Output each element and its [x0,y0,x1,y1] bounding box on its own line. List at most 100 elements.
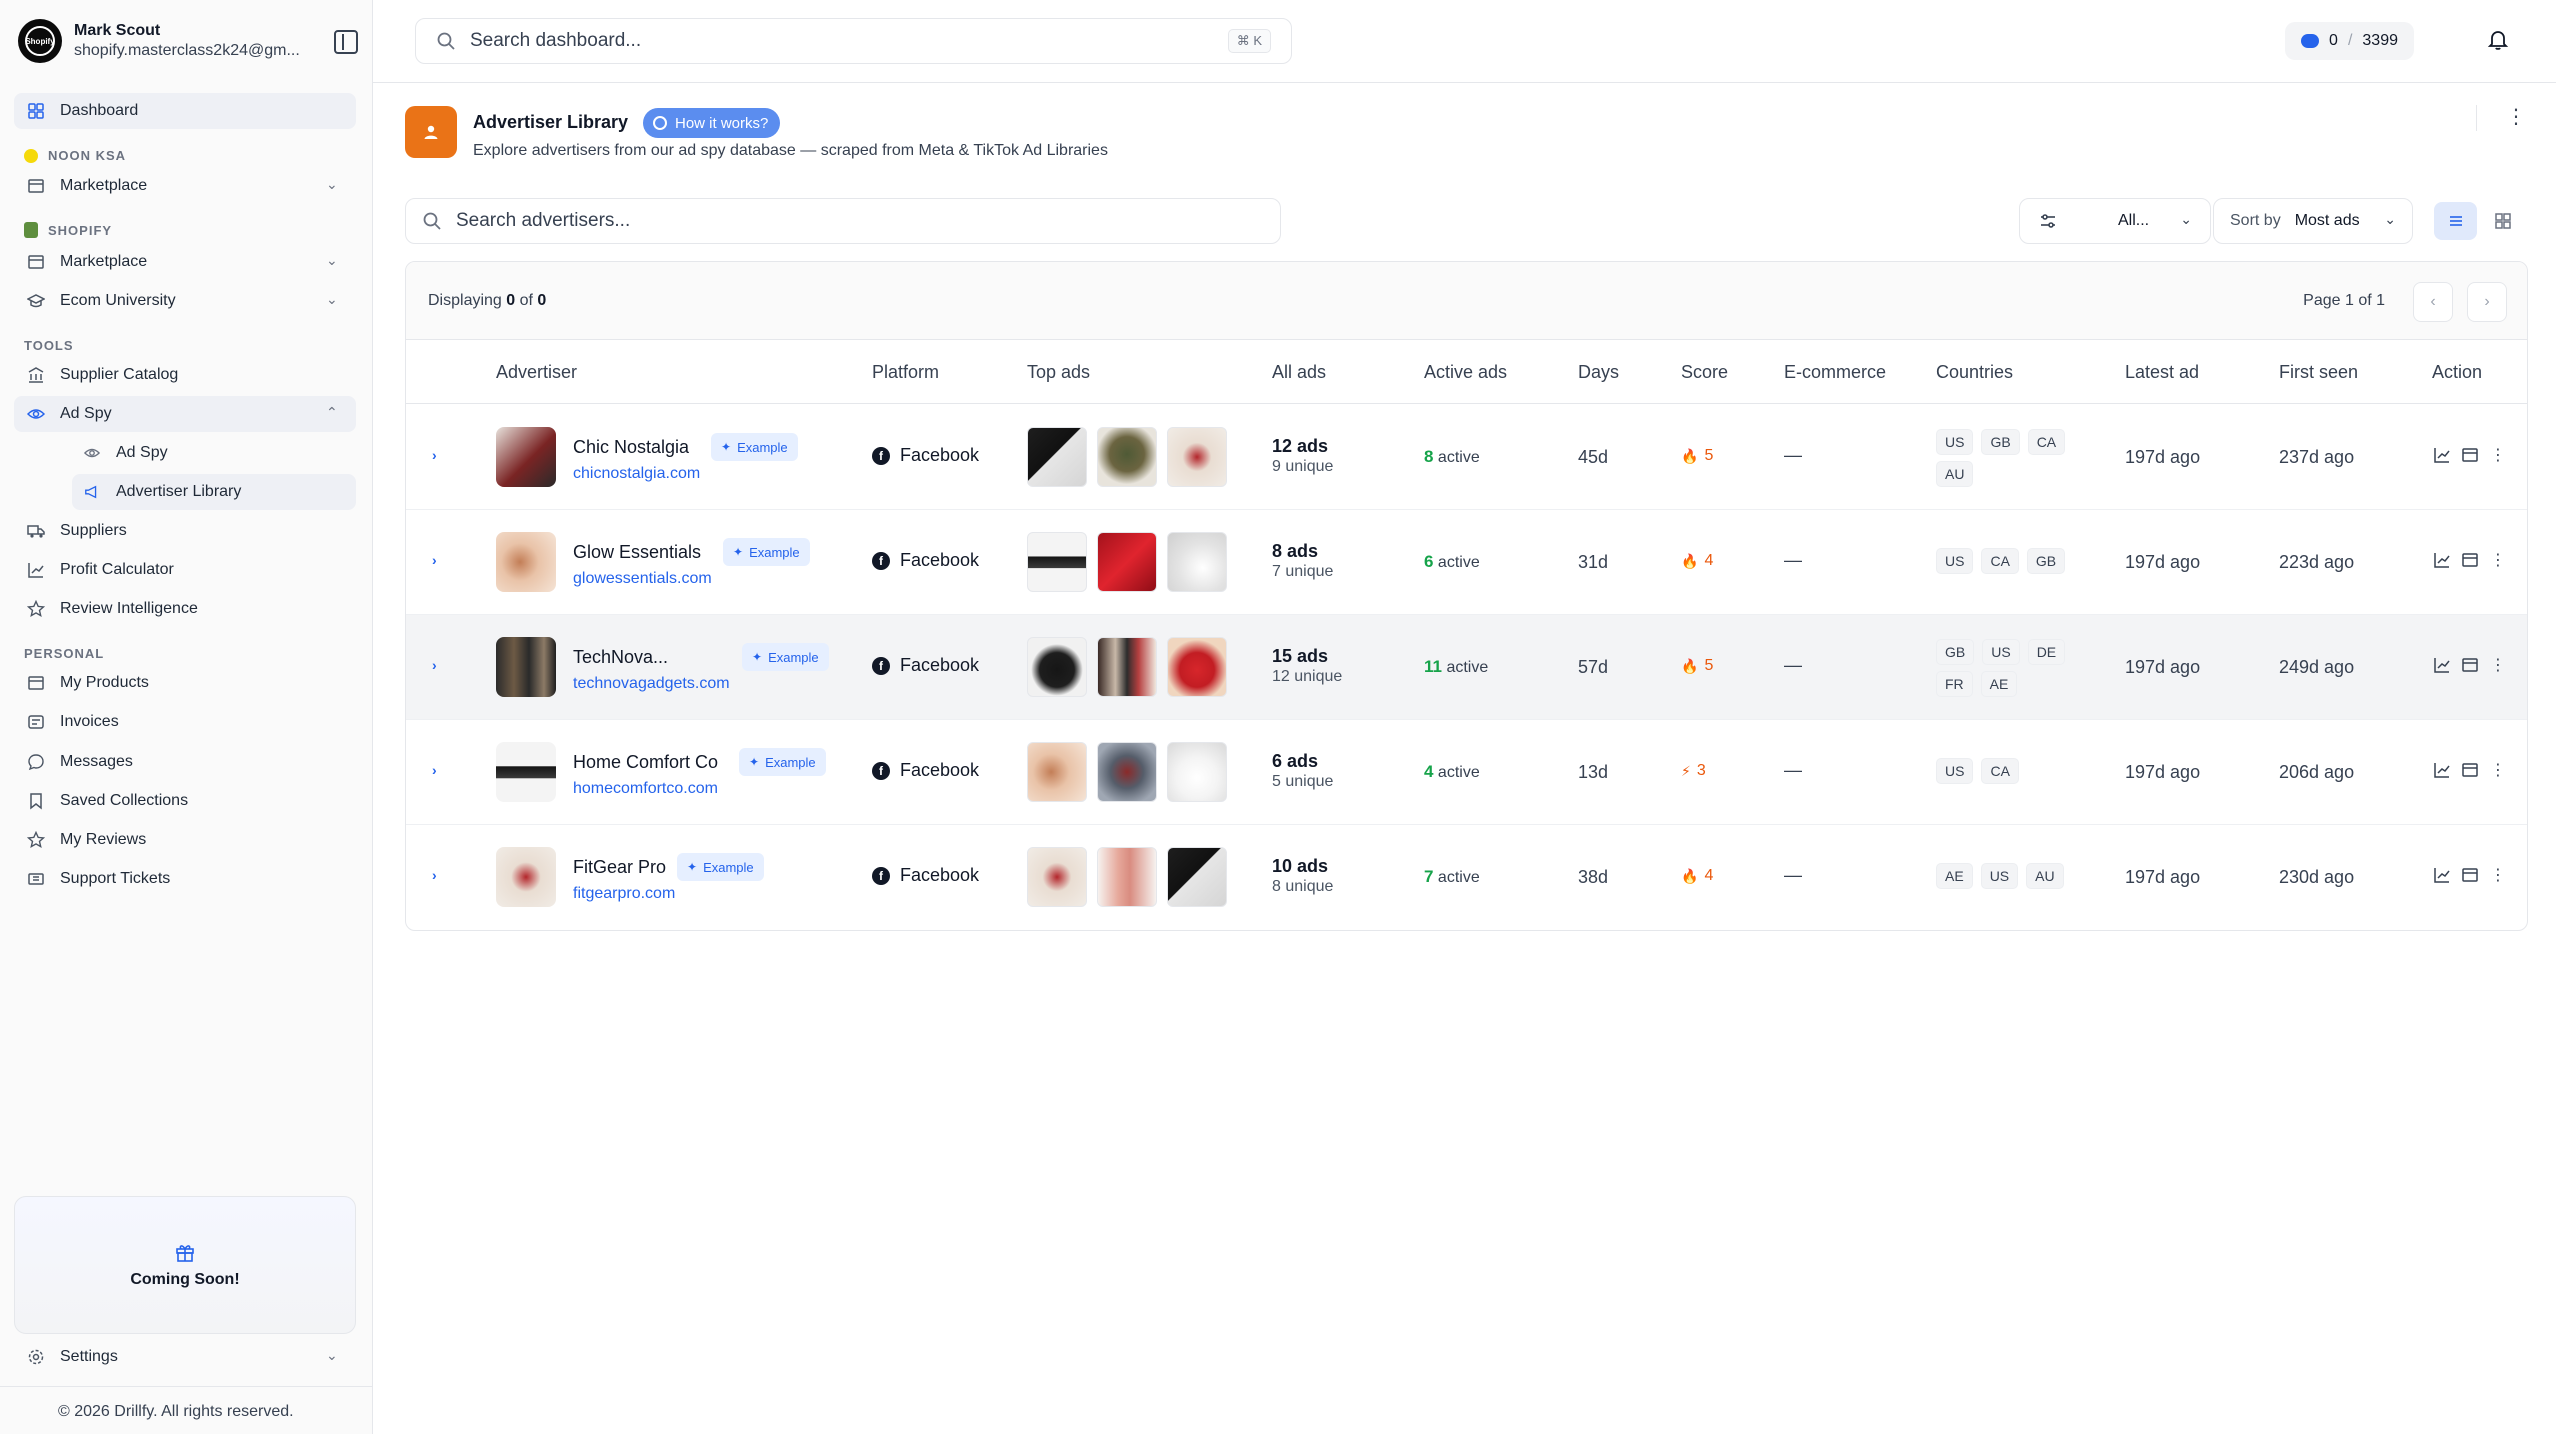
trend-chart-icon[interactable] [2432,445,2452,465]
ad-thumbnail[interactable] [1097,847,1157,907]
sidebar-item-invoices[interactable]: Invoices [14,704,356,740]
unique-ads-count: 12 unique [1272,668,1343,685]
bell-icon[interactable] [2486,28,2510,52]
country-tag: US [1982,639,2020,665]
score-value: 4 [1704,552,1714,569]
more-vertical-icon[interactable]: ⋮ [2488,655,2508,675]
platform-filter-dropdown[interactable]: All... ⌄ [2019,198,2211,244]
how-it-works-button[interactable]: How it works? [643,108,781,138]
footer-divider [0,1386,373,1387]
sidebar-item-label: Marketplace [60,177,148,194]
latest-ad-cell: 197d ago [2125,552,2201,572]
grid-view-button[interactable] [2481,202,2524,240]
advertiser-domain-link[interactable]: homecomfortco.com [573,780,718,798]
list-view-button[interactable] [2434,202,2477,240]
sidebar-item-noon-marketplace[interactable]: Marketplace ⌄ [14,168,356,204]
advertiser-domain-link[interactable]: fitgearpro.com [573,885,675,903]
more-vertical-icon[interactable]: ⋮ [2488,445,2508,465]
example-badge: ✦ Example [739,748,826,776]
table-row[interactable]: › FitGear Pro ✦ Example fitgearpro.com fF… [406,825,2527,930]
credits-counter[interactable]: 0 / 3399 [2285,22,2414,60]
advertiser-domain-link[interactable]: chicnostalgia.com [573,465,700,483]
score-cell: 🔥 5 [1681,447,1713,465]
ad-thumbnail[interactable] [1167,742,1227,802]
sidebar-item-saved-collections[interactable]: Saved Collections [14,783,356,819]
sparkle-icon: ✦ [687,860,698,874]
ad-thumbnail[interactable] [1097,637,1157,697]
ad-thumbnail[interactable] [1027,742,1087,802]
sidebar-subitem-advertiser-library[interactable]: Advertiser Library [72,474,356,510]
more-vertical-icon[interactable]: ⋮ [2488,760,2508,780]
sort-dropdown[interactable]: Sort by Most ads ⌄ [2213,198,2413,244]
table-row[interactable]: › Home Comfort Co ✦ Example homecomfortco… [406,720,2527,825]
sidebar-item-review-intelligence[interactable]: Review Intelligence [14,591,356,627]
sidebar-item-my-products[interactable]: My Products [14,665,356,701]
sidebar-item-supplier-catalog[interactable]: Supplier Catalog [14,357,356,393]
advertiser-domain-link[interactable]: technovagadgets.com [573,675,730,693]
store-icon[interactable] [2460,445,2480,465]
top-bar: Search dashboard... ⌘ K 0 / 3399 [373,0,2556,83]
ad-thumbnail[interactable] [1167,637,1227,697]
table-row[interactable]: › TechNova... ✦ Example technovagadgets.c… [406,615,2527,720]
top-ads-thumbnails [1027,532,1227,592]
ad-thumbnail[interactable] [1167,427,1227,487]
ad-thumbnail[interactable] [1167,847,1227,907]
sidebar-item-ecom-university[interactable]: Ecom University ⌄ [14,283,356,319]
sparkle-icon: ✦ [752,650,763,664]
dashboard-search[interactable]: Search dashboard... ⌘ K [415,18,1292,64]
sidebar-item-my-reviews[interactable]: My Reviews [14,822,356,858]
advertiser-search-input[interactable]: Search advertisers... [405,198,1281,244]
sidebar-item-messages[interactable]: Messages [14,744,356,780]
table-row[interactable]: › Glow Essentials ✦ Example glowessential… [406,510,2527,615]
advertiser-domain-link[interactable]: glowessentials.com [573,570,712,588]
sidebar-item-support-tickets[interactable]: Support Tickets [14,861,356,897]
all-ads-count: 6 ads [1272,751,1319,771]
ad-thumbnail[interactable] [1027,532,1087,592]
prev-page-button[interactable]: ‹ [2413,282,2453,322]
more-vertical-icon[interactable]: ⋮ [2506,104,2526,130]
active-ads-cell: 11 active [1424,657,1488,677]
ad-thumbnail[interactable] [1097,742,1157,802]
next-page-button[interactable]: › [2467,282,2507,322]
store-icon[interactable] [2460,655,2480,675]
advertiser-name: Chic Nostalgia [573,437,690,457]
trend-chart-icon[interactable] [2432,550,2452,570]
store-icon[interactable] [2460,760,2480,780]
sidebar-item-profit-calculator[interactable]: Profit Calculator [14,552,356,588]
chevron-right-icon[interactable]: › [432,447,452,467]
ad-thumbnail[interactable] [1027,637,1087,697]
chevron-right-icon[interactable]: › [432,657,452,677]
store-icon[interactable] [2460,865,2480,885]
country-tag: US [1936,429,1974,455]
ad-thumbnail[interactable] [1027,427,1087,487]
sidebar-item-dashboard[interactable]: Dashboard [14,93,356,129]
sidebar-subitem-ad-spy[interactable]: Ad Spy [72,435,356,471]
advertiser-logo [496,847,556,907]
more-vertical-icon[interactable]: ⋮ [2488,865,2508,885]
sidebar-item-suppliers[interactable]: Suppliers [14,513,356,549]
star-icon [26,599,46,619]
more-vertical-icon[interactable]: ⋮ [2488,550,2508,570]
trend-chart-icon[interactable] [2432,655,2452,675]
trend-chart-icon[interactable] [2432,865,2452,885]
sidebar-item-shopify-marketplace[interactable]: Marketplace ⌄ [14,244,356,280]
sidebar-toggle-icon[interactable] [334,30,358,54]
chevron-right-icon[interactable]: › [432,762,452,782]
ad-thumbnail[interactable] [1167,532,1227,592]
chevron-right-icon[interactable]: › [432,552,452,572]
chevron-right-icon[interactable]: › [432,867,452,887]
sidebar-item-label: Ecom University [60,292,176,309]
user-menu[interactable]: Shopify Mark Scout shopify.masterclass2k… [18,18,358,64]
all-ads-cell: 6 ads 5 unique [1272,750,1333,792]
score-value: 5 [1704,447,1714,464]
ad-thumbnail[interactable] [1027,847,1087,907]
sidebar-item-ad-spy[interactable]: Ad Spy ⌃ [14,396,356,432]
table-row[interactable]: › Chic Nostalgia ✦ Example chicnostalgia.… [406,405,2527,510]
all-ads-count: 8 ads [1272,541,1319,561]
ad-thumbnail[interactable] [1097,532,1157,592]
ad-thumbnail[interactable] [1097,427,1157,487]
score-value: 4 [1704,867,1714,884]
store-icon[interactable] [2460,550,2480,570]
sidebar-item-settings[interactable]: Settings ⌄ [14,1339,356,1375]
trend-chart-icon[interactable] [2432,760,2452,780]
